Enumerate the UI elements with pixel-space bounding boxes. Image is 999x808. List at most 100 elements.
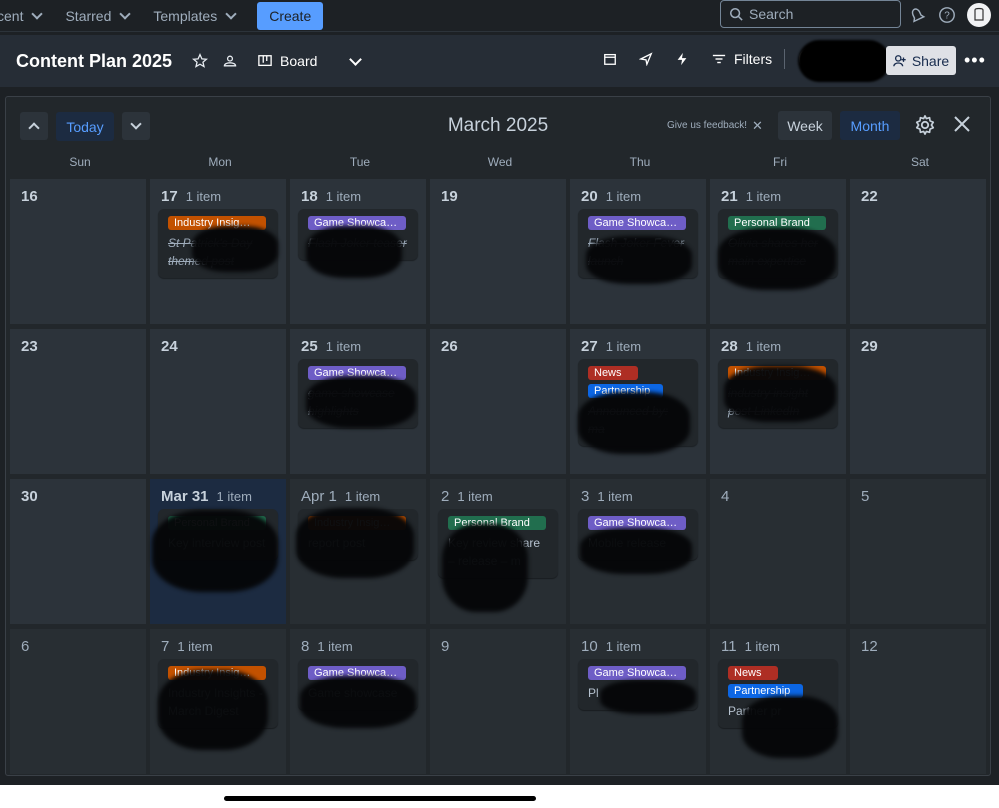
share-label: Share <box>911 52 950 69</box>
weekday-label: Sun <box>69 155 91 169</box>
calendar-card[interactable]: Game Showca… Flash Joker Fever launch <box>578 209 698 278</box>
day-cell-today[interactable]: Mar 31 1 item Personal Brand Key intervie… <box>150 479 286 624</box>
calendar-card[interactable]: News Partnership Announced by: ma <box>578 359 698 446</box>
templates-label: Templates <box>153 7 218 24</box>
day-cell[interactable]: Apr 1 1 item Industry Insig… report post <box>290 479 426 624</box>
day-cell[interactable]: 2 1 item Personal Brand Key review share … <box>430 479 566 624</box>
card-label: News <box>588 366 638 380</box>
day-cell[interactable]: 22 <box>850 179 986 324</box>
item-count: 1 item <box>457 489 493 504</box>
day-cell[interactable]: 28 1 item Industry Insig… industry insigh… <box>710 329 846 474</box>
search-input[interactable] <box>749 6 889 22</box>
create-button[interactable]: Create <box>257 1 324 30</box>
day-number: 30 <box>21 488 38 505</box>
item-count: 1 item <box>745 339 782 354</box>
home-indicator <box>224 796 536 801</box>
month-view-button[interactable]: Month <box>840 111 900 140</box>
add-person-icon <box>893 54 906 66</box>
item-count: 1 item <box>605 639 642 654</box>
filters-button[interactable]: Filters <box>712 51 772 67</box>
card-title: Game showcase <box>308 686 398 700</box>
automation-icon[interactable] <box>668 45 696 73</box>
day-cell[interactable]: 29 <box>850 329 986 474</box>
day-cell[interactable]: 20 1 item Game Showca… Flash Joker Fever … <box>570 179 706 324</box>
calendar-card[interactable]: Industry Insig… St Patrick's Day themed … <box>158 209 278 278</box>
calendar-card[interactable]: Game Showca… Mobile release <box>578 509 698 560</box>
card-title: Flash Joker Fever launch <box>588 236 685 268</box>
calendar-card[interactable]: Game Showca… Pl <box>578 659 698 710</box>
day-cell[interactable]: 18 1 item Game Showca… Flash Joker teaser <box>290 179 426 324</box>
calendar-icon[interactable] <box>596 45 624 73</box>
recent-menu[interactable]: cent <box>0 0 53 32</box>
calendar-card[interactable]: Industry Insig… industry insight post Li… <box>718 359 838 428</box>
workspace-visibility-icon[interactable] <box>216 47 244 75</box>
search-box[interactable] <box>720 0 901 28</box>
day-number: 21 <box>721 188 738 205</box>
calendar-card[interactable]: Game Showca… game showcase highlights <box>298 359 418 428</box>
day-cell[interactable]: 5 <box>850 479 986 624</box>
day-cell[interactable]: 4 <box>710 479 846 624</box>
calendar-card[interactable]: Game Showca… Flash Joker teaser <box>298 209 418 260</box>
views-dropdown-icon[interactable] <box>339 47 367 75</box>
close-icon[interactable] <box>952 114 972 139</box>
day-cell[interactable]: 12 <box>850 629 986 774</box>
calendar-card[interactable]: News Partnership Partner pr <box>718 659 838 728</box>
calendar-card[interactable]: Industry Insig… report post <box>298 509 418 560</box>
more-options-icon[interactable]: ••• <box>964 50 986 71</box>
day-number: 11 <box>721 638 737 655</box>
day-cell[interactable]: 19 <box>430 179 566 324</box>
calendar-card[interactable]: Personal Brand Key interview post <box>158 509 278 560</box>
item-count: 1 item <box>216 489 252 504</box>
share-button[interactable]: Share <box>886 46 956 75</box>
day-cell[interactable]: 27 1 item News Partnership Announced by: … <box>570 329 706 474</box>
calendar-card[interactable]: Game Showca… Game showcase <box>298 659 418 710</box>
day-cell[interactable]: 9 <box>430 629 566 774</box>
day-cell[interactable]: 21 1 item Personal Brand Olivia shares he… <box>710 179 846 324</box>
card-title: Key review share – release – m <box>448 536 541 568</box>
settings-gear-icon[interactable] <box>914 114 936 141</box>
power-ups-icon[interactable] <box>632 45 660 73</box>
day-number: 3 <box>581 488 590 505</box>
notifications-icon[interactable] <box>907 5 927 25</box>
templates-menu[interactable]: Templates <box>141 0 247 32</box>
day-number: 22 <box>861 188 878 205</box>
card-label: Game Showca… <box>588 516 686 530</box>
day-cell[interactable]: 11 1 item News Partnership Partner pr <box>710 629 846 774</box>
card-title: Key interview post <box>168 536 266 550</box>
day-cell[interactable]: 23 <box>10 329 146 474</box>
item-count: 1 item <box>597 489 633 504</box>
day-cell[interactable]: 6 <box>10 629 146 774</box>
day-number: 7 <box>161 638 170 655</box>
card-title: industry insight post LinkedIn <box>728 386 809 418</box>
card-title: Partner pr <box>728 704 782 718</box>
star-icon[interactable] <box>186 47 214 75</box>
card-label: News <box>728 666 778 680</box>
feedback-link[interactable]: Give us feedback! <box>667 120 747 131</box>
card-label: Partnership <box>728 684 803 698</box>
day-cell[interactable]: 26 <box>430 329 566 474</box>
day-number: 28 <box>721 338 738 355</box>
card-label: Industry Insig… <box>168 216 266 230</box>
close-feedback-icon[interactable]: ✕ <box>752 118 763 134</box>
board-title[interactable]: Content Plan 2025 <box>16 51 172 72</box>
day-cell[interactable]: 3 1 item Game Showca… Mobile release <box>570 479 706 624</box>
profile-avatar[interactable] <box>967 3 991 27</box>
week-view-button[interactable]: Week <box>778 111 832 140</box>
day-cell[interactable]: 17 1 item Industry Insig… St Patrick's Da… <box>150 179 286 324</box>
day-cell[interactable]: 10 1 item Game Showca… Pl <box>570 629 706 774</box>
day-cell[interactable]: 25 1 item Game Showca… game showcase high… <box>290 329 426 474</box>
calendar-card[interactable]: Industry Insig… Industry Insights - Marc… <box>158 659 278 728</box>
calendar-card[interactable]: Personal Brand Olivia shares her main ex… <box>718 209 838 278</box>
day-cell[interactable]: 24 <box>150 329 286 474</box>
day-cell[interactable]: 30 <box>10 479 146 624</box>
calendar-grid: 16 17 1 item Industry Insig… St Patrick's… <box>10 179 988 774</box>
day-cell[interactable]: 16 <box>10 179 146 324</box>
starred-menu[interactable]: Starred <box>53 0 141 32</box>
help-icon[interactable]: ? <box>937 5 957 25</box>
calendar-card[interactable]: Personal Brand Key review share – releas… <box>438 509 558 578</box>
day-cell[interactable]: 8 1 item Game Showca… Game showcase <box>290 629 426 774</box>
board-view-switcher[interactable]: Board <box>258 53 317 69</box>
top-navigation: cent Starred Templates Create ? <box>0 0 999 32</box>
day-cell[interactable]: 7 1 item Industry Insig… Industry Insight… <box>150 629 286 774</box>
card-label: Game Showca… <box>588 216 686 230</box>
